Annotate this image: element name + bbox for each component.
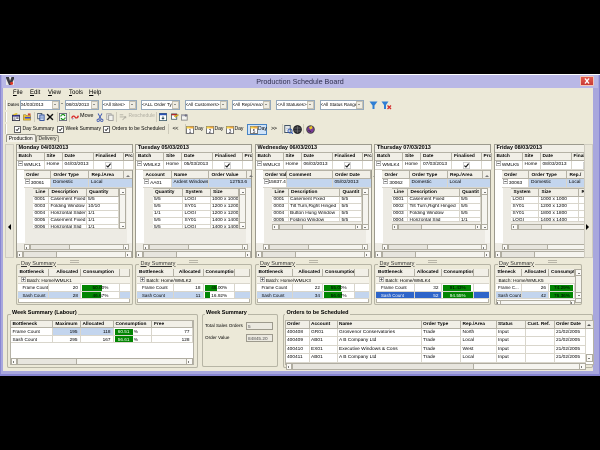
svg-text:5: 5 bbox=[252, 129, 255, 134]
svg-text:2: 2 bbox=[209, 129, 212, 134]
svg-text:3: 3 bbox=[229, 129, 232, 134]
svg-text:1: 1 bbox=[189, 129, 192, 134]
